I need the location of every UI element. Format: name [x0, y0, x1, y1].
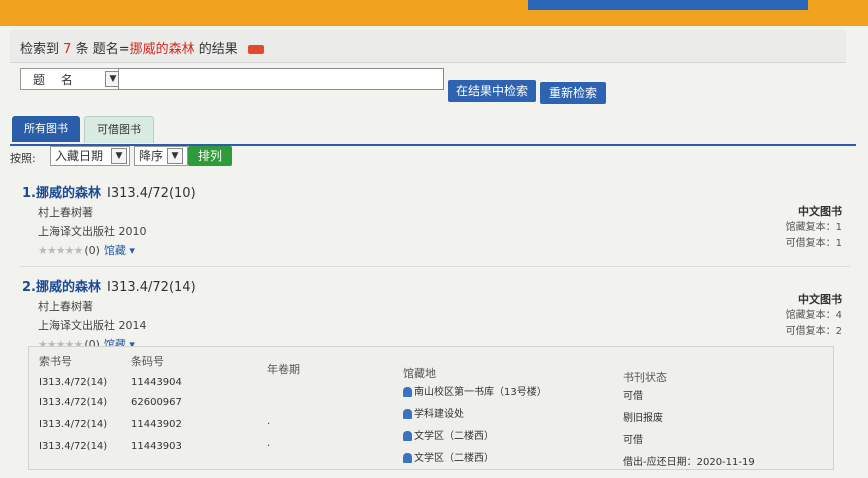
book-copies: 馆藏复本：4	[785, 310, 842, 321]
holdings-link[interactable]: 馆藏	[104, 244, 126, 257]
book-author: 村上春树著	[38, 206, 93, 219]
search-field-select[interactable]: 题 名 ▼	[20, 68, 122, 90]
row-barcode: 11443903	[131, 441, 182, 452]
row-barcode: 62600967	[131, 397, 182, 408]
chevron-down-icon[interactable]: ▼	[111, 148, 127, 164]
search-bar: 题 名 ▼ 在结果中检索 重新检索	[10, 66, 846, 104]
book-available: 可借复本：1	[785, 238, 842, 249]
result-text: 检索到 7 条 题名=挪威的森林 的结果	[20, 38, 264, 57]
sort-apply-button[interactable]: 排列	[188, 146, 232, 166]
book-stats: 中文图书 馆藏复本：4 可借复本：2	[786, 292, 842, 340]
row-call: I313.4/72(14)	[39, 397, 108, 408]
book-title-text[interactable]: 1.挪威的森林	[22, 186, 101, 201]
row-location-text: 学科建设处	[414, 409, 464, 420]
result-mid: 条 题名=	[71, 42, 130, 57]
row-location: 学科建设处	[403, 405, 464, 420]
row-location-text: 南山校区第一书库（13号楼）	[414, 387, 547, 398]
book-item: 1.挪威的森林 I313.4/72(10) 村上春树著 上海译文出版社 2010 …	[22, 182, 852, 258]
book-call-number: I313.4/72(14)	[106, 280, 196, 295]
sort-by-select[interactable]: 入藏日期 ▼	[50, 146, 130, 166]
row-location: 南山校区第一书库（13号楼）	[403, 383, 547, 398]
book-title[interactable]: 1.挪威的森林 I313.4/72(10)	[22, 182, 852, 201]
row-barcode: 11443902	[131, 419, 182, 430]
col-header-volume: 年卷期	[267, 363, 300, 376]
book-item: 2.挪威的森林 I313.4/72(14) 村上春树著 上海译文出版社 2014 …	[22, 276, 852, 352]
sort-label: 按照:	[10, 152, 36, 165]
row-volume-dot: ·	[267, 419, 271, 430]
location-icon	[403, 409, 412, 419]
research-button[interactable]: 重新检索	[540, 82, 606, 104]
search-field-label: 题 名	[33, 73, 79, 87]
book-call-number: I313.4/72(10)	[106, 186, 196, 201]
sort-by-value: 入藏日期	[55, 149, 104, 163]
row-status: 可借	[623, 391, 643, 402]
divider	[20, 266, 850, 267]
location-icon	[403, 453, 412, 463]
sort-controls: 按照: 入藏日期 ▼ 降序 ▼ 排列	[10, 146, 856, 168]
book-publisher: 上海译文出版社 2014	[38, 319, 147, 332]
row-volume-dot: ·	[267, 441, 271, 452]
row-call: I313.4/72(14)	[39, 441, 108, 452]
col-header-barcode: 条码号	[131, 355, 164, 368]
book-stats: 中文图书 馆藏复本：1 可借复本：1	[786, 204, 842, 252]
row-status: 剔旧报废	[623, 413, 663, 424]
row-location-text: 文学区（二楼西）	[414, 453, 494, 464]
row-call: I313.4/72(14)	[39, 419, 108, 430]
row-status: 可借	[623, 435, 643, 446]
top-banner	[0, 0, 868, 26]
book-type: 中文图书	[798, 205, 842, 218]
search-in-results-button[interactable]: 在结果中检索	[448, 80, 536, 102]
holdings-table: 索书号 条码号 年卷期 馆藏地 书刊状态 I313.4/72(14) 11443…	[28, 346, 834, 470]
row-location: 文学区（二楼西）	[403, 449, 494, 464]
row-call: I313.4/72(14)	[39, 377, 108, 388]
row-status: 借出-应还日期：2020-11-19	[623, 457, 755, 468]
result-term: 挪威的森林	[129, 42, 195, 57]
location-icon	[403, 431, 412, 441]
rating-count: (0)	[84, 244, 100, 257]
tab-bar: 所有图书 可借图书	[10, 114, 856, 146]
result-summary: 检索到 7 条 题名=挪威的森林 的结果	[10, 30, 846, 63]
book-type: 中文图书	[798, 293, 842, 306]
book-author: 村上春树著	[38, 300, 93, 313]
rss-icon[interactable]	[247, 45, 264, 54]
search-input[interactable]	[118, 68, 444, 90]
tab-all-books[interactable]: 所有图书	[12, 116, 80, 142]
col-header-call: 索书号	[39, 355, 72, 368]
book-publisher: 上海译文出版社 2010	[38, 225, 147, 238]
book-available: 可借复本：2	[785, 326, 842, 337]
sort-order-value: 降序	[139, 149, 164, 163]
tab-available-books[interactable]: 可借图书	[84, 116, 154, 143]
location-icon	[403, 387, 412, 397]
book-title-text[interactable]: 2.挪威的森林	[22, 280, 101, 295]
holdings-toggle[interactable]: 馆藏 ▾	[104, 244, 135, 257]
row-location: 文学区（二楼西）	[403, 427, 494, 442]
chevron-down-icon[interactable]: ▼	[167, 148, 183, 164]
row-location-text: 文学区（二楼西）	[414, 431, 494, 442]
rating-stars: ★★★★★ (0) 馆藏 ▾	[38, 244, 135, 257]
col-header-status: 书刊状态	[623, 371, 667, 384]
result-suffix: 的结果	[194, 42, 238, 57]
col-header-location: 馆藏地	[403, 367, 436, 380]
book-copies: 馆藏复本：1	[785, 222, 842, 233]
row-barcode: 11443904	[131, 377, 182, 388]
book-title[interactable]: 2.挪威的森林 I313.4/72(14)	[22, 276, 852, 295]
result-prefix: 检索到	[20, 42, 60, 57]
top-nav-strip	[528, 0, 808, 10]
sort-order-select[interactable]: 降序 ▼	[134, 146, 188, 166]
